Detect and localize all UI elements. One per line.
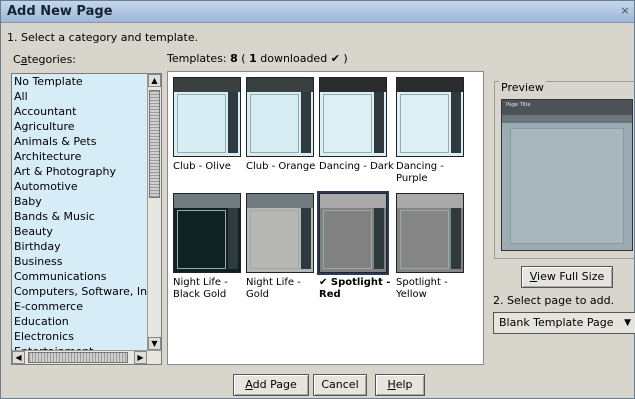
categories-vertical-scrollbar[interactable]: ▲ ▼ — [147, 74, 161, 350]
chevron-down-icon[interactable]: ▼ — [624, 313, 631, 333]
category-item[interactable]: Computers, Software, Inter — [12, 284, 148, 299]
categories-horizontal-scrollbar[interactable]: ◀ ▶ — [12, 350, 161, 364]
category-item[interactable]: All — [12, 89, 148, 104]
template-thumbnail[interactable] — [246, 77, 314, 157]
dialog-title: Add New Page — [7, 4, 113, 19]
template-tile[interactable]: Dancing - Purple — [396, 77, 472, 185]
preview-page-title: Page Title — [506, 102, 531, 108]
templates-prefix: Templates: — [167, 52, 227, 65]
scroll-up-icon[interactable]: ▲ — [148, 74, 161, 87]
scroll-left-icon[interactable]: ◀ — [12, 351, 25, 364]
template-thumbnail[interactable] — [317, 191, 389, 275]
scroll-thumb[interactable] — [149, 90, 160, 198]
add-new-page-dialog: Add New Page × 1. Select a category and … — [0, 0, 635, 399]
downloaded-count: 1 — [249, 52, 257, 65]
template-label: Night Life - Black Gold — [173, 277, 228, 300]
scroll-down-icon[interactable]: ▼ — [148, 337, 161, 350]
step2-instruction: 2. Select page to add. — [493, 294, 615, 307]
categories-items: No Template All Accountant Agriculture Anima… — [12, 74, 148, 350]
template-tile[interactable]: Night Life - Gold — [246, 193, 322, 301]
category-item[interactable]: No Template — [12, 74, 148, 89]
close-icon[interactable]: × — [618, 4, 632, 19]
category-item[interactable]: Agriculture — [12, 119, 148, 134]
step1-instruction: 1. Select a category and template. — [7, 31, 199, 44]
hscroll-thumb[interactable] — [28, 352, 128, 363]
categories-label: Categories: — [13, 53, 77, 66]
category-item[interactable]: E-commerce — [12, 299, 148, 314]
template-tile[interactable]: Dancing - Dark — [319, 77, 395, 173]
scroll-right-icon[interactable]: ▶ — [134, 351, 147, 364]
category-item[interactable]: Architecture — [12, 149, 148, 164]
templates-summary: Templates: 8 ( 1 downloaded ✔ ) — [167, 52, 348, 65]
template-label: Dancing - Purple — [396, 161, 444, 184]
category-item[interactable]: Education — [12, 314, 148, 329]
cancel-button[interactable]: Cancel — [313, 374, 367, 396]
template-thumbnail[interactable] — [396, 193, 464, 273]
add-page-button[interactable]: Add Page — [233, 374, 309, 396]
template-label: Club - Orange — [246, 161, 316, 172]
template-thumbnail[interactable] — [396, 77, 464, 157]
page-select-value: Blank Template Page — [499, 316, 614, 329]
category-item[interactable]: Birthday — [12, 239, 148, 254]
check-icon: ✔ — [330, 52, 340, 65]
template-tile[interactable]: ✔ Spotlight - Red — [317, 191, 395, 301]
categories-list[interactable]: No Template All Accountant Agriculture Anima… — [11, 73, 162, 365]
category-item[interactable]: Animals & Pets — [12, 134, 148, 149]
title-bar[interactable]: Add New Page × — [1, 1, 634, 23]
category-item[interactable]: Communications — [12, 269, 148, 284]
template-label: Club - Olive — [173, 161, 231, 172]
view-full-size-button[interactable]: View Full Size — [521, 266, 613, 288]
template-tile[interactable]: Club - Orange — [246, 77, 322, 173]
template-thumbnail[interactable] — [173, 77, 241, 157]
template-label: ✔ Spotlight - Red — [319, 277, 391, 300]
category-item[interactable]: Art & Photography — [12, 164, 148, 179]
page-select[interactable]: Blank Template Page ▼ — [493, 312, 635, 334]
templates-panel: Club - Olive Club - Orange Dancing - Dark D… — [167, 71, 484, 365]
category-item[interactable]: Bands & Music — [12, 209, 148, 224]
template-tile[interactable]: Spotlight - Yellow — [396, 193, 472, 301]
preview-label: Preview — [499, 81, 546, 94]
category-item[interactable]: Business — [12, 254, 148, 269]
template-thumbnail[interactable] — [246, 193, 314, 273]
template-tile[interactable]: Night Life - Black Gold — [173, 193, 249, 301]
category-item[interactable]: Automotive — [12, 179, 148, 194]
category-item[interactable]: Accountant — [12, 104, 148, 119]
template-label: Night Life - Gold — [246, 277, 301, 300]
templates-count: 8 — [230, 52, 238, 65]
category-item[interactable]: Beauty — [12, 224, 148, 239]
category-item[interactable]: Baby — [12, 194, 148, 209]
help-button[interactable]: Help — [375, 374, 425, 396]
preview-image: Page Title — [501, 99, 633, 251]
template-label: Dancing - Dark — [319, 161, 394, 172]
template-thumbnail[interactable] — [173, 193, 241, 273]
category-item[interactable]: Electronics — [12, 329, 148, 344]
template-thumbnail[interactable] — [319, 77, 387, 157]
template-label: Spotlight - Yellow — [396, 277, 448, 300]
template-tile[interactable]: Club - Olive — [173, 77, 249, 173]
